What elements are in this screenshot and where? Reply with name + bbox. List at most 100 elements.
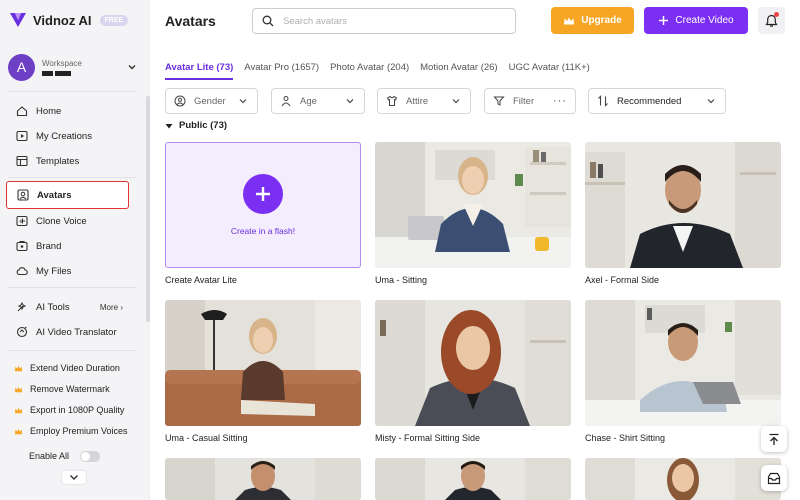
workspace-avatar: A [8, 53, 35, 81]
free-badge: FREE [99, 14, 129, 26]
create-card-subtitle: Create in a flash! [230, 226, 296, 236]
attire-filter-label: Attire [406, 95, 429, 107]
nav-brand[interactable]: Brand [6, 232, 129, 260]
chevron-down-icon [707, 99, 715, 104]
avatar-thumbnail[interactable] [585, 458, 781, 500]
section-title: Public (73) [179, 120, 228, 131]
tab-avatar-lite[interactable]: Avatar Lite (73) [165, 62, 234, 80]
brand-kit-icon [16, 240, 28, 252]
more-dots-icon: ··· [553, 95, 567, 107]
chevron-down-icon [239, 99, 247, 104]
search-icon [262, 15, 274, 27]
more-filters[interactable]: Filter ··· [484, 88, 576, 114]
sort-label: Recommended [617, 95, 682, 107]
age-icon [281, 96, 291, 107]
tab-photo-avatar[interactable]: Photo Avatar (204) [330, 62, 409, 80]
section-header-public[interactable]: Public (73) [165, 120, 227, 131]
shirt-icon [386, 95, 398, 106]
notifications-button[interactable] [758, 7, 785, 34]
avatar-caption: Misty - Formal Sitting Side [375, 433, 481, 443]
nav-my-files-label: My Files [36, 265, 72, 277]
notification-dot [774, 12, 779, 17]
create-avatar-card[interactable]: Create in a flash! [165, 142, 361, 268]
inbox-button[interactable] [761, 465, 787, 491]
tab-ugc-avatar[interactable]: UGC Avatar (11K+) [509, 62, 590, 80]
perk-label: Remove Watermark [30, 384, 110, 394]
arrow-up-icon [769, 433, 779, 445]
nav-ai-tools-label: AI Tools [36, 301, 70, 313]
avatar-thumbnail[interactable] [375, 458, 571, 500]
avatar-icon [17, 189, 29, 201]
crown-icon [14, 407, 23, 413]
tab-motion-avatar[interactable]: Motion Avatar (26) [420, 62, 497, 80]
nav-ai-video-translator[interactable]: AI Video Translator [6, 318, 129, 346]
filter-icon [493, 96, 505, 106]
scroll-to-top-button[interactable] [761, 426, 787, 452]
search-bar[interactable] [252, 8, 516, 34]
perk-label: Export in 1080P Quality [30, 405, 125, 415]
avatar-thumbnail[interactable] [375, 300, 571, 426]
avatar-thumbnail[interactable] [375, 142, 571, 268]
chevron-down-icon [452, 99, 460, 104]
more-link[interactable]: More › [100, 303, 123, 312]
avatar-thumbnail[interactable] [165, 300, 361, 426]
avatar-thumbnail[interactable] [585, 300, 781, 426]
nav-ai-video-translator-label: AI Video Translator [36, 326, 117, 338]
crown-icon [14, 428, 23, 434]
avatar-caption: Axel - Formal Side [585, 275, 660, 285]
nav-my-files[interactable]: My Files [6, 257, 129, 285]
gender-filter[interactable]: Gender [165, 88, 258, 114]
upgrade-button[interactable]: Upgrade [551, 7, 634, 34]
plus-icon [243, 174, 283, 214]
chevron-down-icon [346, 99, 354, 104]
translate-icon [16, 326, 28, 338]
workspace-label: Workspace [42, 58, 82, 68]
inbox-icon [767, 472, 781, 484]
age-filter-label: Age [300, 95, 317, 107]
plus-icon [659, 16, 669, 25]
nav-my-creations[interactable]: My Creations [6, 122, 129, 150]
templates-icon [16, 155, 28, 167]
caret-down-icon [165, 123, 173, 128]
create-video-button[interactable]: Create Video [644, 7, 748, 34]
play-square-icon [16, 130, 28, 142]
nav-home[interactable]: Home [6, 97, 129, 125]
avatar-type-tabs: Avatar Lite (73) Avatar Pro (1657) Photo… [165, 62, 601, 80]
chevron-down-icon [128, 65, 136, 70]
nav-ai-tools[interactable]: AI Tools More › [6, 293, 129, 321]
nav-clone-voice-label: Clone Voice [36, 215, 87, 227]
home-icon [16, 106, 28, 117]
crown-icon [564, 17, 575, 24]
perk-item: Export in 1080P Quality [14, 405, 124, 415]
workspace-switcher[interactable]: A Workspace [8, 53, 137, 81]
brand-logo[interactable]: Vidnoz AI FREE [9, 11, 129, 29]
nav-avatars-label: Avatars [37, 189, 72, 201]
attire-filter[interactable]: Attire [377, 88, 471, 114]
search-input[interactable] [283, 15, 483, 27]
nav-home-label: Home [36, 105, 62, 117]
sidebar-scrollbar[interactable] [146, 96, 150, 322]
divider [8, 91, 137, 92]
sidebar-scroll-down-button[interactable] [62, 471, 86, 484]
voice-icon [16, 215, 28, 227]
filter-label: Filter [513, 95, 535, 107]
more-label: More [99, 302, 119, 312]
crown-icon [14, 365, 23, 371]
divider [8, 177, 137, 178]
nav-my-creations-label: My Creations [36, 130, 92, 142]
tab-avatar-pro[interactable]: Avatar Pro (1657) [244, 62, 319, 80]
divider [8, 287, 137, 288]
create-video-label: Create Video [675, 15, 734, 26]
nav-clone-voice[interactable]: Clone Voice [6, 207, 129, 235]
enable-all-toggle[interactable] [80, 451, 100, 462]
sort-dropdown[interactable]: Recommended [588, 88, 726, 114]
nav-templates[interactable]: Templates [6, 147, 129, 175]
workspace-id-redacted [42, 70, 127, 76]
nav-avatars[interactable]: Avatars [6, 181, 129, 209]
perk-item: Remove Watermark [14, 384, 110, 394]
avatar-thumbnail[interactable] [165, 458, 361, 500]
avatar-thumbnail[interactable] [585, 142, 781, 268]
age-filter[interactable]: Age [271, 88, 365, 114]
perk-label: Extend Video Duration [30, 363, 120, 373]
vidnoz-logo-icon [10, 13, 26, 27]
